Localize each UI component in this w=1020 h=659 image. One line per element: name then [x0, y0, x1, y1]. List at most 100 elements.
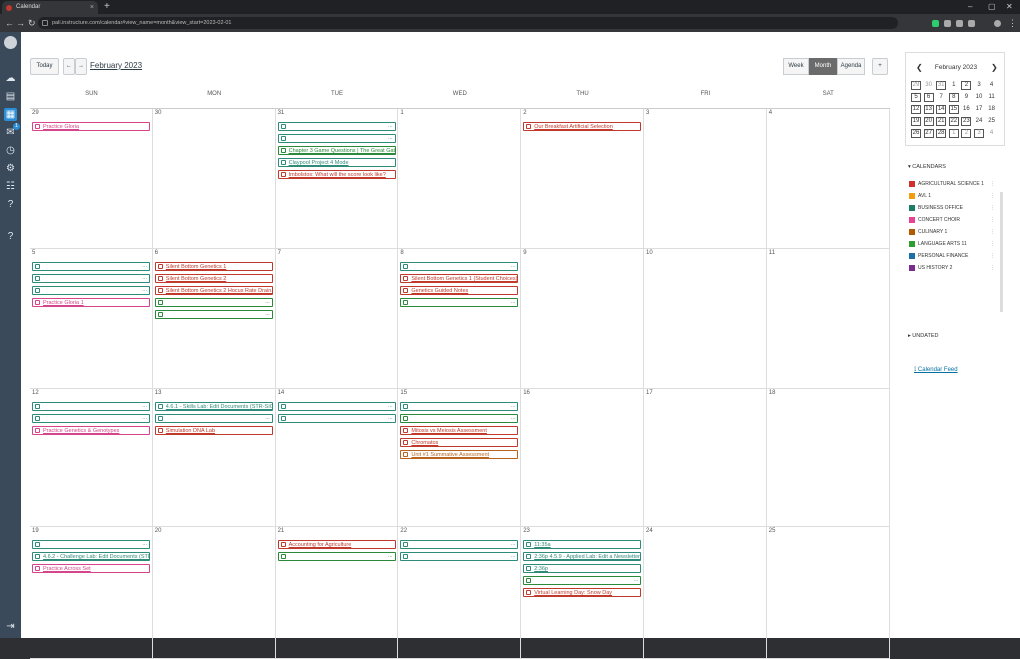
calendar-options-icon[interactable]: ⋮ — [990, 263, 995, 273]
calendar-event[interactable]: ... — [32, 262, 150, 271]
day-cell[interactable]: 9 — [521, 249, 644, 389]
day-number[interactable]: 15 — [400, 390, 407, 396]
calendar-event[interactable]: Imbolstos: What will the score look like… — [277, 170, 396, 179]
minimize-icon[interactable]: – — [968, 0, 972, 14]
back-icon[interactable]: ← — [5, 16, 14, 30]
calendar-toggle[interactable]: PERSONAL FINANCE ⋮ — [909, 251, 995, 261]
calendar-event[interactable]: ... — [277, 134, 396, 143]
day-number[interactable]: 31 — [278, 110, 285, 116]
account-avatar-icon[interactable] — [4, 36, 17, 49]
calendar-event[interactable]: Our Breakfast Artificial Selection — [523, 122, 642, 131]
mini-day[interactable]: 31 — [936, 81, 947, 90]
inbox-icon[interactable]: ✉ 1 — [4, 123, 20, 139]
day-number[interactable]: 17 — [646, 390, 653, 396]
mini-day[interactable]: 22 — [948, 117, 959, 126]
day-cell[interactable]: 29 Practice Gloria — [30, 109, 153, 249]
calendar-event[interactable]: ... — [32, 402, 150, 411]
calendar-options-icon[interactable]: ⋮ — [990, 239, 995, 249]
courses-icon[interactable]: ▤ — [4, 90, 17, 103]
mini-day[interactable]: 7 — [936, 93, 946, 102]
help-icon[interactable]: ? — [4, 198, 17, 211]
calendar-event[interactable]: ... — [400, 414, 519, 423]
calendar-toggle[interactable]: US HISTORY 2 ⋮ — [909, 263, 995, 273]
day-number[interactable]: 9 — [523, 250, 526, 256]
mini-day[interactable]: 20 — [923, 117, 934, 126]
day-cell[interactable]: 14...... — [275, 389, 399, 527]
mini-day[interactable]: 21 — [936, 117, 947, 126]
mini-day[interactable]: 4 — [987, 129, 997, 138]
calendar-event[interactable]: 2:36p — [523, 564, 642, 573]
calendar-event[interactable]: Practice Across Set — [32, 564, 150, 573]
day-number[interactable]: 14 — [278, 390, 285, 396]
day-number[interactable]: 29 — [32, 110, 39, 116]
maximize-icon[interactable]: ▢ — [988, 0, 996, 14]
day-cell[interactable]: 6 Silent Bottom Genetics 1 Silent Bottom G… — [152, 249, 276, 389]
day-number[interactable]: 20 — [155, 528, 162, 534]
mini-day[interactable]: 2 — [961, 81, 972, 90]
calendars-scrollbar[interactable] — [1000, 192, 1003, 312]
day-number[interactable]: 25 — [769, 528, 776, 534]
calendar-event[interactable]: ... — [277, 402, 396, 411]
collapse-nav-icon[interactable]: ⇥ — [4, 620, 17, 633]
day-cell[interactable]: 13 4.6.1 - Skills Lab: Edit Documents (ST… — [152, 389, 276, 527]
calendar-color-swatch[interactable] — [909, 229, 915, 235]
calendar-event[interactable]: 2:36p 4.5.9 - Applied Lab: Edit a Newsle… — [523, 552, 642, 561]
day-number[interactable]: 23 — [523, 528, 530, 534]
month-title[interactable]: February 2023 — [90, 61, 142, 70]
day-cell[interactable]: 7 — [275, 249, 399, 389]
calendar-event[interactable]: Accounting for Agriculture — [277, 540, 396, 549]
mini-day[interactable]: 8 — [948, 93, 959, 102]
mini-day[interactable]: 6 — [923, 93, 934, 102]
calendar-event[interactable]: ... — [32, 274, 150, 283]
calendar-color-swatch[interactable] — [909, 241, 915, 247]
day-number[interactable]: 5 — [32, 250, 35, 256]
day-cell[interactable]: 22...... — [398, 527, 522, 659]
day-cell[interactable]: 24 — [644, 527, 767, 659]
agenda-view-button[interactable]: Agenda — [837, 58, 865, 75]
tab-close-icon[interactable]: × — [90, 1, 94, 14]
help-circle-icon[interactable]: ? — [4, 230, 17, 243]
mini-day[interactable]: 1 — [948, 129, 959, 138]
browser-menu-icon[interactable]: ⋮ — [1008, 16, 1017, 30]
calendar-event[interactable]: ... — [32, 540, 150, 549]
day-number[interactable]: 22 — [400, 528, 407, 534]
browser-tab[interactable]: Calendar × — [2, 1, 98, 14]
extension-icon[interactable] — [956, 20, 963, 27]
mini-day[interactable]: 3 — [974, 81, 984, 90]
calendar-event[interactable]: ... — [523, 576, 642, 585]
day-cell[interactable]: 11 — [766, 249, 890, 389]
calendar-toggle[interactable]: CULINARY 1 ⋮ — [909, 227, 995, 237]
extension-icon[interactable] — [968, 20, 975, 27]
calendar-event[interactable]: Silent Bottom Genetics 1 (Student Choice… — [400, 274, 519, 283]
mini-day[interactable]: 28 — [936, 129, 947, 138]
day-cell[interactable]: 19... 4.6.2 - Challenge Lab: Edit Documen… — [30, 527, 153, 659]
day-cell[interactable]: 4 — [766, 109, 890, 249]
calendar-toggle[interactable]: CONCERT CHOIR ⋮ — [909, 215, 995, 225]
mini-day[interactable]: 13 — [923, 105, 934, 114]
calendar-event[interactable]: ... — [400, 298, 519, 307]
day-number[interactable]: 16 — [523, 390, 530, 396]
mini-day[interactable]: 30 — [924, 81, 934, 90]
day-number[interactable]: 8 — [400, 250, 403, 256]
mini-day[interactable]: 27 — [923, 129, 934, 138]
mini-day[interactable]: 1 — [949, 81, 959, 90]
day-cell[interactable]: 8... Silent Bottom Genetics 1 (Student Ch… — [398, 249, 522, 389]
calendar-event[interactable]: 4.6.2 - Challenge Lab: Edit Documents (S… — [32, 552, 150, 561]
calendar-event[interactable]: ... — [154, 414, 273, 423]
mini-day[interactable]: 3 — [974, 129, 984, 138]
calendar-event[interactable]: Claypool Project 4 Mode — [277, 158, 396, 167]
mini-day[interactable]: 19 — [911, 117, 921, 126]
calendar-color-swatch[interactable] — [909, 181, 915, 187]
calendar-color-swatch[interactable] — [909, 205, 915, 211]
mini-day[interactable]: 23 — [961, 117, 972, 126]
calendar-color-swatch[interactable] — [909, 193, 915, 199]
calendar-toggle[interactable]: AVL 1 ⋮ — [909, 191, 995, 201]
calendar-event[interactable]: 4.6.1 - Skills Lab: Edit Documents (STR-… — [154, 402, 273, 411]
history-icon[interactable]: ◷ — [4, 144, 17, 157]
day-cell[interactable]: 18 — [766, 389, 890, 527]
extension-icon[interactable] — [944, 20, 951, 27]
calendar-options-icon[interactable]: ⋮ — [990, 251, 995, 261]
day-number[interactable]: 18 — [769, 390, 776, 396]
mini-day[interactable]: 4 — [987, 81, 997, 90]
day-cell[interactable]: 16 — [521, 389, 644, 527]
